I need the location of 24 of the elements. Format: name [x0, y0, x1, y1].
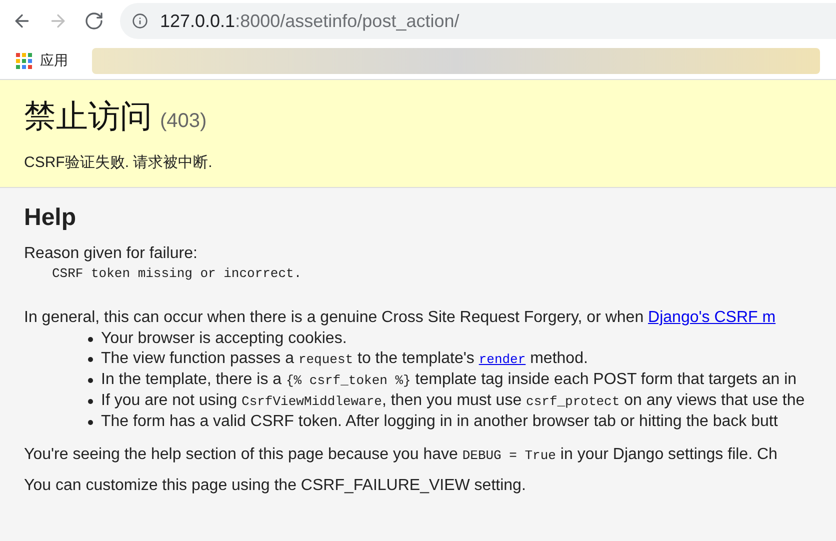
reason-text: CSRF token missing or incorrect.	[51, 264, 303, 282]
checklist-item: Your browser is accepting cookies.	[101, 329, 347, 349]
code-text: DEBUG = True	[462, 448, 556, 463]
render-link[interactable]: render	[478, 352, 526, 367]
url-text: 127.0.0.1:8000/assetinfo/post_action/	[160, 10, 460, 33]
error-title: 禁止访问	[24, 97, 152, 136]
checklist-item: The view function passes a request to the template's render method.	[101, 349, 588, 369]
error-message: CSRF验证失败. 请求被中断.	[24, 153, 214, 173]
help-title: Help	[24, 202, 78, 232]
checklist-item: The form has a valid CSRF token. After logging in in another browser tab or hitting the back butt	[101, 412, 778, 432]
docs-link[interactable]: Django's CSRF m	[648, 309, 776, 326]
reason-label: Reason given for failure:	[24, 244, 198, 264]
checklist-item: In the template, there is a {% csrf_token %} template tag inside each POST form that targets an in	[101, 370, 797, 390]
code-text: CsrfViewMiddleware	[242, 394, 382, 409]
customize-note: You can customize this page using the CSRF_FAILURE_VIEW setting.	[24, 476, 527, 496]
bookmark-label[interactable]: 应用	[40, 50, 68, 71]
intro-paragraph: In general, this can occur when there is a genuine Cross Site Request Forgery, or when Django's CSRF m	[24, 308, 777, 328]
code-text: csrf_protect	[526, 394, 620, 409]
code-text: {% csrf_token %}	[286, 373, 411, 388]
status-code: (403)	[160, 109, 207, 134]
checklist-item: If you are not using CsrfViewMiddleware, then you must use csrf_protect on any views that use the	[101, 391, 805, 411]
debug-note: You're seeing the help section of this page because you have DEBUG = True in your Django settings file. Ch	[24, 445, 778, 465]
address-bar[interactable]: 127.0.0.1:8000/assetinfo/post_action/	[120, 3, 836, 39]
code-text: request	[298, 352, 354, 367]
